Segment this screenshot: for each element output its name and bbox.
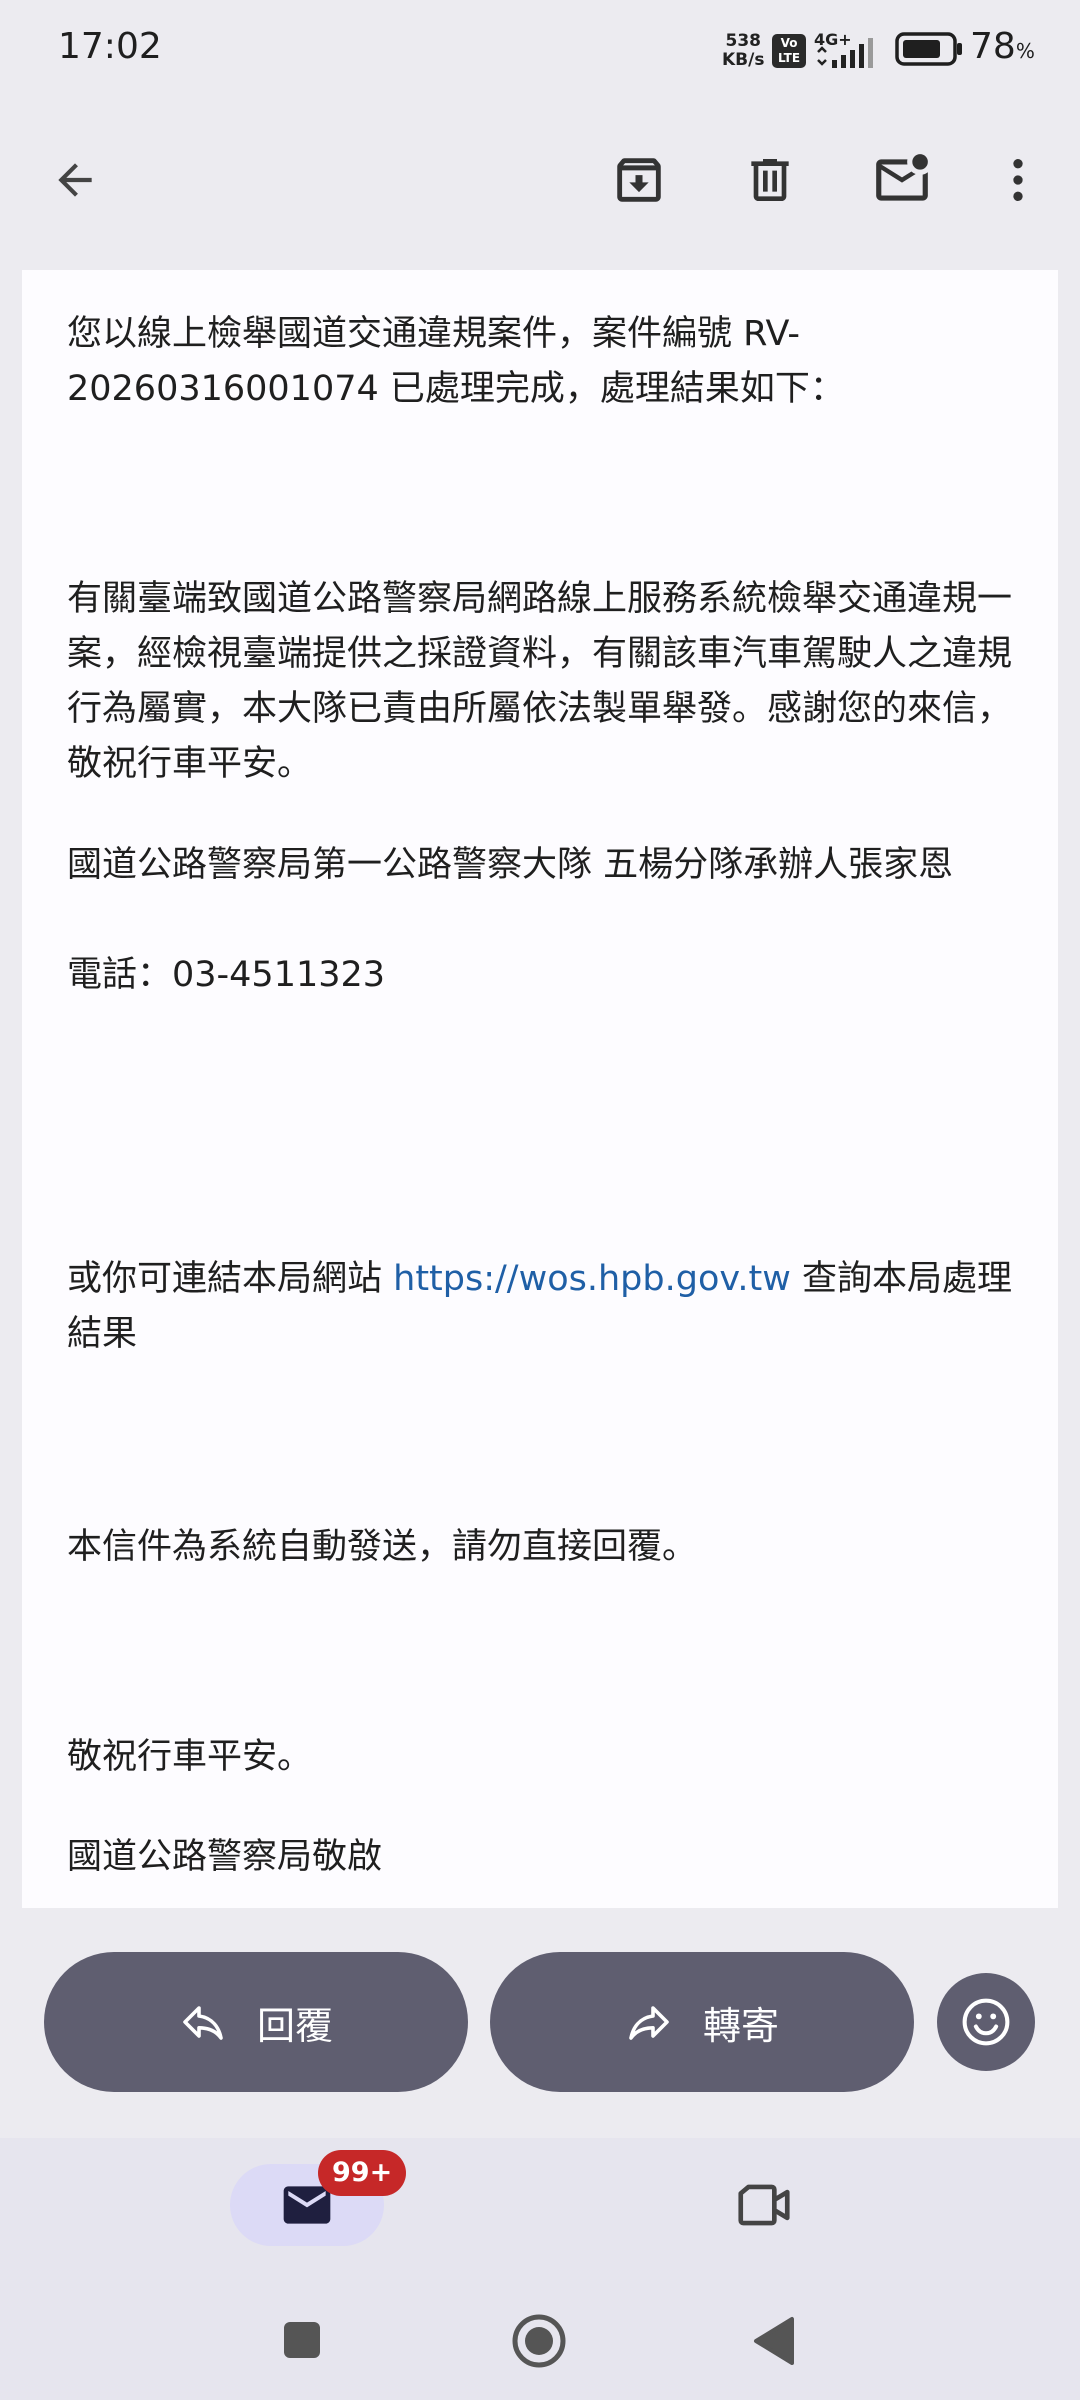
back-arrow-icon [58, 163, 92, 197]
emoji-reaction-button[interactable] [937, 1973, 1035, 2071]
mark-unread-icon [876, 154, 928, 201]
reply-label: 回覆 [256, 2003, 333, 2048]
more-vert-icon [1013, 159, 1023, 201]
battery-icon [895, 32, 963, 70]
home-circle-icon[interactable] [510, 2312, 568, 2370]
reply-button[interactable]: 回覆 [44, 1952, 468, 2092]
top-app-bar [0, 110, 1080, 250]
message-link-line: 或你可連結本局網站 https://wos.hpb.gov.tw 查詢本局處理結… [67, 1252, 1037, 1362]
recents-square-icon[interactable] [282, 2320, 322, 2360]
system-navigation-bar [0, 2288, 1080, 2388]
volte-bottom-label: LTE [777, 51, 801, 65]
bottom-navigation: 99+ [0, 2138, 1080, 2400]
delete-button[interactable] [730, 140, 810, 220]
unread-count-badge: 99+ [318, 2150, 407, 2196]
reply-icon [183, 2006, 223, 2040]
back-triangle-icon[interactable] [752, 2316, 796, 2366]
archive-icon [617, 158, 661, 202]
status-time: 17:02 [58, 26, 162, 67]
battery-percent: 78% [970, 26, 1035, 67]
battery-percent-value: 78 [970, 26, 1016, 67]
message-body: 您以線上檢舉國道交通違規案件，案件編號 RV-20260316001074 已處… [22, 270, 1058, 1908]
mark-unread-button[interactable] [862, 140, 942, 220]
more-options-button[interactable] [978, 140, 1058, 220]
forward-label: 轉寄 [702, 2003, 779, 2048]
smiley-icon [962, 1998, 1010, 2046]
message-signer: 國道公路警察局第一公路警察大隊 五楊分隊承辦人張家恩 [67, 845, 954, 885]
message-result: 有關臺端致國道公路警察局網路線上服務系統檢舉交通違規一案，經檢視臺端提供之採證資… [67, 579, 1013, 784]
message-intro: 您以線上檢舉國道交通違規案件，案件編號 RV-20260316001074 已處… [67, 314, 845, 409]
auto-notice: 本信件為系統自動發送，請勿直接回覆。 [67, 1527, 698, 1567]
battery-percent-symbol: % [1015, 39, 1035, 63]
forward-button[interactable]: 轉寄 [490, 1952, 914, 2092]
network-speed-value: 538 [725, 31, 761, 51]
network-speed-unit: KB/s [722, 50, 765, 70]
volte-top-label: Vo [780, 36, 798, 50]
signal-icon: 4G+ [814, 30, 886, 74]
closing-greeting: 敬祝行車平安。 [67, 1737, 313, 1777]
nav-meet-tab[interactable] [733, 2174, 795, 2240]
video-camera-icon [738, 2184, 790, 2226]
archive-button[interactable] [599, 140, 679, 220]
link-prefix-text: 或你可連結本局網站 [67, 1259, 394, 1299]
forward-icon [629, 2006, 669, 2040]
delete-icon [751, 159, 789, 201]
sign-off: 國道公路警察局敬啟 [67, 1837, 383, 1877]
volte-icon: Vo LTE [772, 34, 806, 68]
back-button[interactable] [35, 140, 115, 220]
message-phone: 電話：03-4511323 [67, 955, 386, 995]
network-speed: 538 KB/s [722, 32, 764, 70]
status-bar: 17:02 538 KB/s Vo LTE 4G+ 78% [0, 0, 1080, 100]
network-type-label: 4G+ [814, 30, 852, 49]
website-link[interactable]: https://wos.hpb.gov.tw [393, 1259, 791, 1299]
